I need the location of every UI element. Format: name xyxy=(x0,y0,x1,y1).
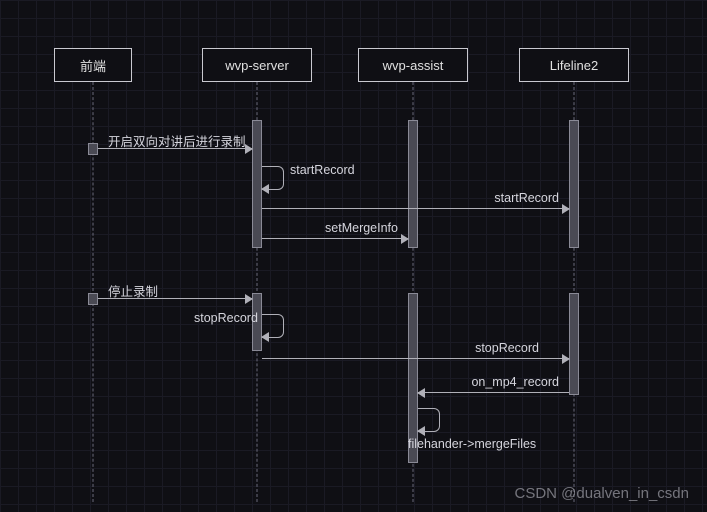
message-label: 开启双向对讲后进行录制 xyxy=(108,131,246,150)
message-arrow: 开启双向对讲后进行录制 xyxy=(98,148,252,149)
participant-label: wvp-assist xyxy=(383,58,444,73)
message-arrow: on_mp4_record xyxy=(418,392,569,393)
arrowhead-icon xyxy=(417,426,425,436)
message-label: startRecord xyxy=(290,163,355,177)
arrowhead-icon xyxy=(245,144,253,154)
participant-wvp-server: wvp-server xyxy=(202,48,312,82)
arrowhead-icon xyxy=(562,204,570,214)
message-arrow: setMergeInfo xyxy=(262,238,408,239)
message-label: filehander->mergeFiles xyxy=(408,437,536,451)
arrowhead-icon xyxy=(261,332,269,342)
activation-bar xyxy=(569,293,579,395)
watermark-text: CSDN @dualven_in_csdn xyxy=(515,485,690,502)
message-label: startRecord xyxy=(494,191,559,205)
participant-frontend: 前端 xyxy=(54,48,132,82)
self-message: startRecord xyxy=(262,166,284,190)
self-message: filehander->mergeFiles xyxy=(418,408,440,432)
message-label: 停止录制 xyxy=(108,281,158,300)
message-label: setMergeInfo xyxy=(325,221,398,235)
arrowhead-icon xyxy=(417,388,425,398)
message-label: stopRecord xyxy=(194,311,258,325)
message-label: stopRecord xyxy=(475,341,539,355)
self-message: stopRecord xyxy=(262,314,284,338)
participant-wvp-assist: wvp-assist xyxy=(358,48,468,82)
participant-label: wvp-server xyxy=(225,58,289,73)
participant-lifeline2: Lifeline2 xyxy=(519,48,629,82)
activation-bar xyxy=(88,293,98,305)
sequence-diagram: 前端 wvp-server wvp-assist Lifeline2 开启双向对… xyxy=(0,0,707,512)
arrowhead-icon xyxy=(562,354,570,364)
activation-bar xyxy=(408,120,418,248)
participant-label: Lifeline2 xyxy=(550,58,598,73)
message-label: on_mp4_record xyxy=(471,375,559,389)
message-arrow: 停止录制 xyxy=(98,298,252,299)
participant-label: 前端 xyxy=(80,56,106,75)
arrowhead-icon xyxy=(245,294,253,304)
arrowhead-icon xyxy=(401,234,409,244)
message-arrow: startRecord xyxy=(262,208,569,209)
message-arrow: stopRecord xyxy=(262,358,569,359)
activation-bar xyxy=(569,120,579,248)
activation-bar xyxy=(88,143,98,155)
arrowhead-icon xyxy=(261,184,269,194)
